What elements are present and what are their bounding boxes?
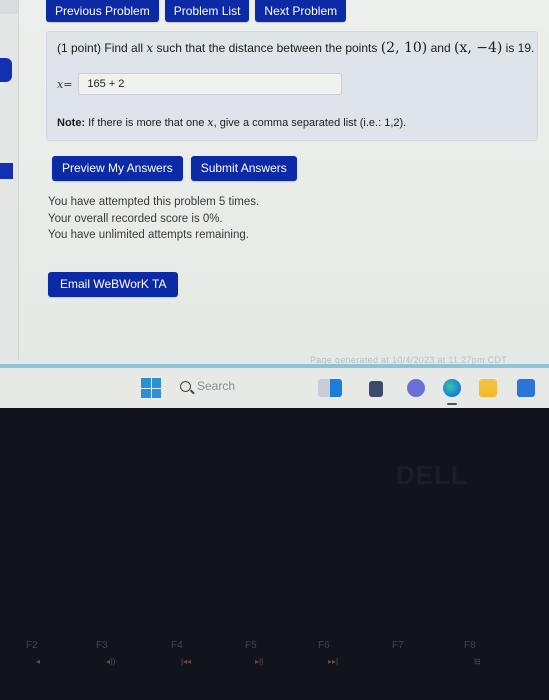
key-f6: F6 ▸▸|	[318, 640, 339, 666]
volume-down-icon: ◂))	[106, 657, 116, 666]
email-section: Email WeBWorK TA	[48, 272, 179, 297]
left-sidebar-edge	[0, 0, 19, 360]
answer-label: x=	[57, 77, 73, 91]
windows-taskbar: Search	[0, 368, 549, 408]
sidebar-top	[0, 0, 18, 14]
statement-and: and	[430, 41, 451, 55]
note-label: Note:	[57, 117, 86, 129]
statement-text-mid: such that the distance between the point…	[156, 41, 378, 55]
search-icon	[180, 380, 191, 392]
edge-browser-icon[interactable]	[443, 379, 461, 397]
key-f7: F7	[392, 640, 404, 651]
previous-track-icon: |◂◂	[181, 657, 192, 666]
score-text: Your overall recorded score is 0%.	[48, 212, 223, 225]
answer-input[interactable]	[78, 73, 343, 95]
statement-text-post: is 19.	[505, 41, 535, 55]
problem-navigation: Previous Problem Problem List Next Probl…	[46, 0, 347, 22]
remaining-text: You have unlimited attempts remaining.	[48, 229, 249, 241]
note-text-pre: If there is more that one	[88, 117, 205, 129]
browser-viewport: Previous Problem Problem List Next Probl…	[0, 0, 549, 408]
key-f3: F3 ◂))	[96, 640, 116, 666]
submit-answers-button[interactable]: Submit Answers	[190, 156, 297, 181]
note-text-post: , give a comma separated list (i.e.: 1,2…	[213, 117, 407, 129]
key-f4: F4 |◂◂	[171, 640, 192, 666]
attempt-status: You have attempted this problem 5 times.…	[48, 194, 259, 244]
dell-logo: DELL	[396, 460, 468, 490]
next-track-icon: ▸▸|	[328, 657, 339, 666]
windows-start-icon[interactable]	[141, 378, 161, 398]
taskbar-search-placeholder: Search	[197, 379, 236, 393]
key-f8: F8 ⊟	[464, 640, 481, 666]
teams-chat-icon[interactable]	[407, 379, 425, 397]
answer-row: x=	[57, 73, 343, 95]
problem-box: (1 point) Find all x such that the dista…	[46, 31, 538, 141]
point-2: (x, −4)	[453, 40, 503, 56]
email-ta-button[interactable]: Email WeBWorK TA	[48, 272, 179, 297]
play-pause-icon: ▸||	[255, 657, 264, 666]
display-switch-icon: ⊟	[474, 657, 481, 666]
sidebar-active-marker[interactable]	[0, 58, 12, 82]
widgets-icon[interactable]	[318, 379, 342, 397]
microsoft-store-icon[interactable]	[517, 379, 535, 397]
key-f2: F2 ◂	[26, 640, 41, 666]
variable-x: x	[146, 41, 154, 55]
previous-problem-button[interactable]: Previous Problem	[46, 0, 159, 22]
attempts-text: You have attempted this problem 5 times.	[48, 196, 260, 208]
key-f5: F5 ▸||	[245, 640, 264, 666]
preview-answers-button[interactable]: Preview My Answers	[52, 156, 183, 181]
problem-note: Note: If there is more that one x, give …	[57, 116, 406, 129]
points-label: (1 point)	[57, 41, 102, 55]
problem-list-button[interactable]: Problem List	[164, 0, 250, 22]
statement-text-pre: Find all	[104, 41, 144, 55]
answer-actions: Preview My Answers Submit Answers	[52, 156, 297, 181]
taskbar-search[interactable]: Search	[180, 379, 235, 393]
sidebar-button-edge[interactable]	[0, 163, 13, 179]
next-problem-button[interactable]: Next Problem	[255, 0, 347, 22]
point-1: (2, 10)	[380, 40, 428, 56]
active-app-indicator	[447, 403, 457, 405]
problem-statement: (1 point) Find all x such that the dista…	[57, 40, 534, 56]
file-explorer-icon[interactable]	[479, 379, 497, 397]
volume-mute-icon: ◂	[36, 657, 41, 666]
task-view-icon[interactable]	[369, 381, 383, 397]
